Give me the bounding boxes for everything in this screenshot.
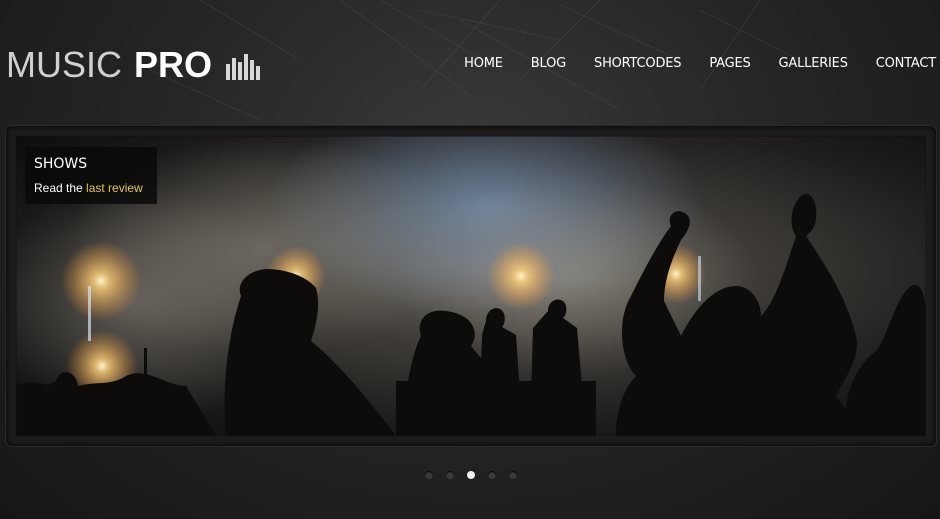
last-review-link[interactable]: last review xyxy=(86,181,143,195)
slide-dot-1[interactable] xyxy=(425,471,433,479)
nav-shortcodes[interactable]: SHORTCODES xyxy=(580,56,695,71)
nav-home[interactable]: HOME xyxy=(450,56,517,71)
site-logo[interactable]: MUSIC PRO xyxy=(6,44,261,86)
caption-prefix: Read the xyxy=(34,181,87,195)
slide-caption: SHOWS Read the last review xyxy=(25,147,157,204)
main-nav: HOME BLOG SHORTCODES PAGES GALLERIES CON… xyxy=(450,56,940,71)
slide-dot-3[interactable] xyxy=(467,471,475,479)
nav-pages[interactable]: PAGES xyxy=(695,56,764,71)
logo-text-light: MUSIC xyxy=(6,44,122,85)
caption-title: SHOWS xyxy=(34,156,88,172)
slide-dot-5[interactable] xyxy=(509,471,517,479)
equalizer-bars-icon xyxy=(226,54,261,80)
nav-blog[interactable]: BLOG xyxy=(517,56,580,71)
slide-dot-2[interactable] xyxy=(446,471,454,479)
caption-text: Read the last review xyxy=(34,181,143,195)
nav-galleries[interactable]: GALLERIES xyxy=(765,56,862,71)
nav-contact[interactable]: CONTACT xyxy=(862,56,940,71)
slide-dot-4[interactable] xyxy=(488,471,496,479)
slider-pagination xyxy=(0,471,940,479)
logo-text-bold: PRO xyxy=(134,44,213,85)
